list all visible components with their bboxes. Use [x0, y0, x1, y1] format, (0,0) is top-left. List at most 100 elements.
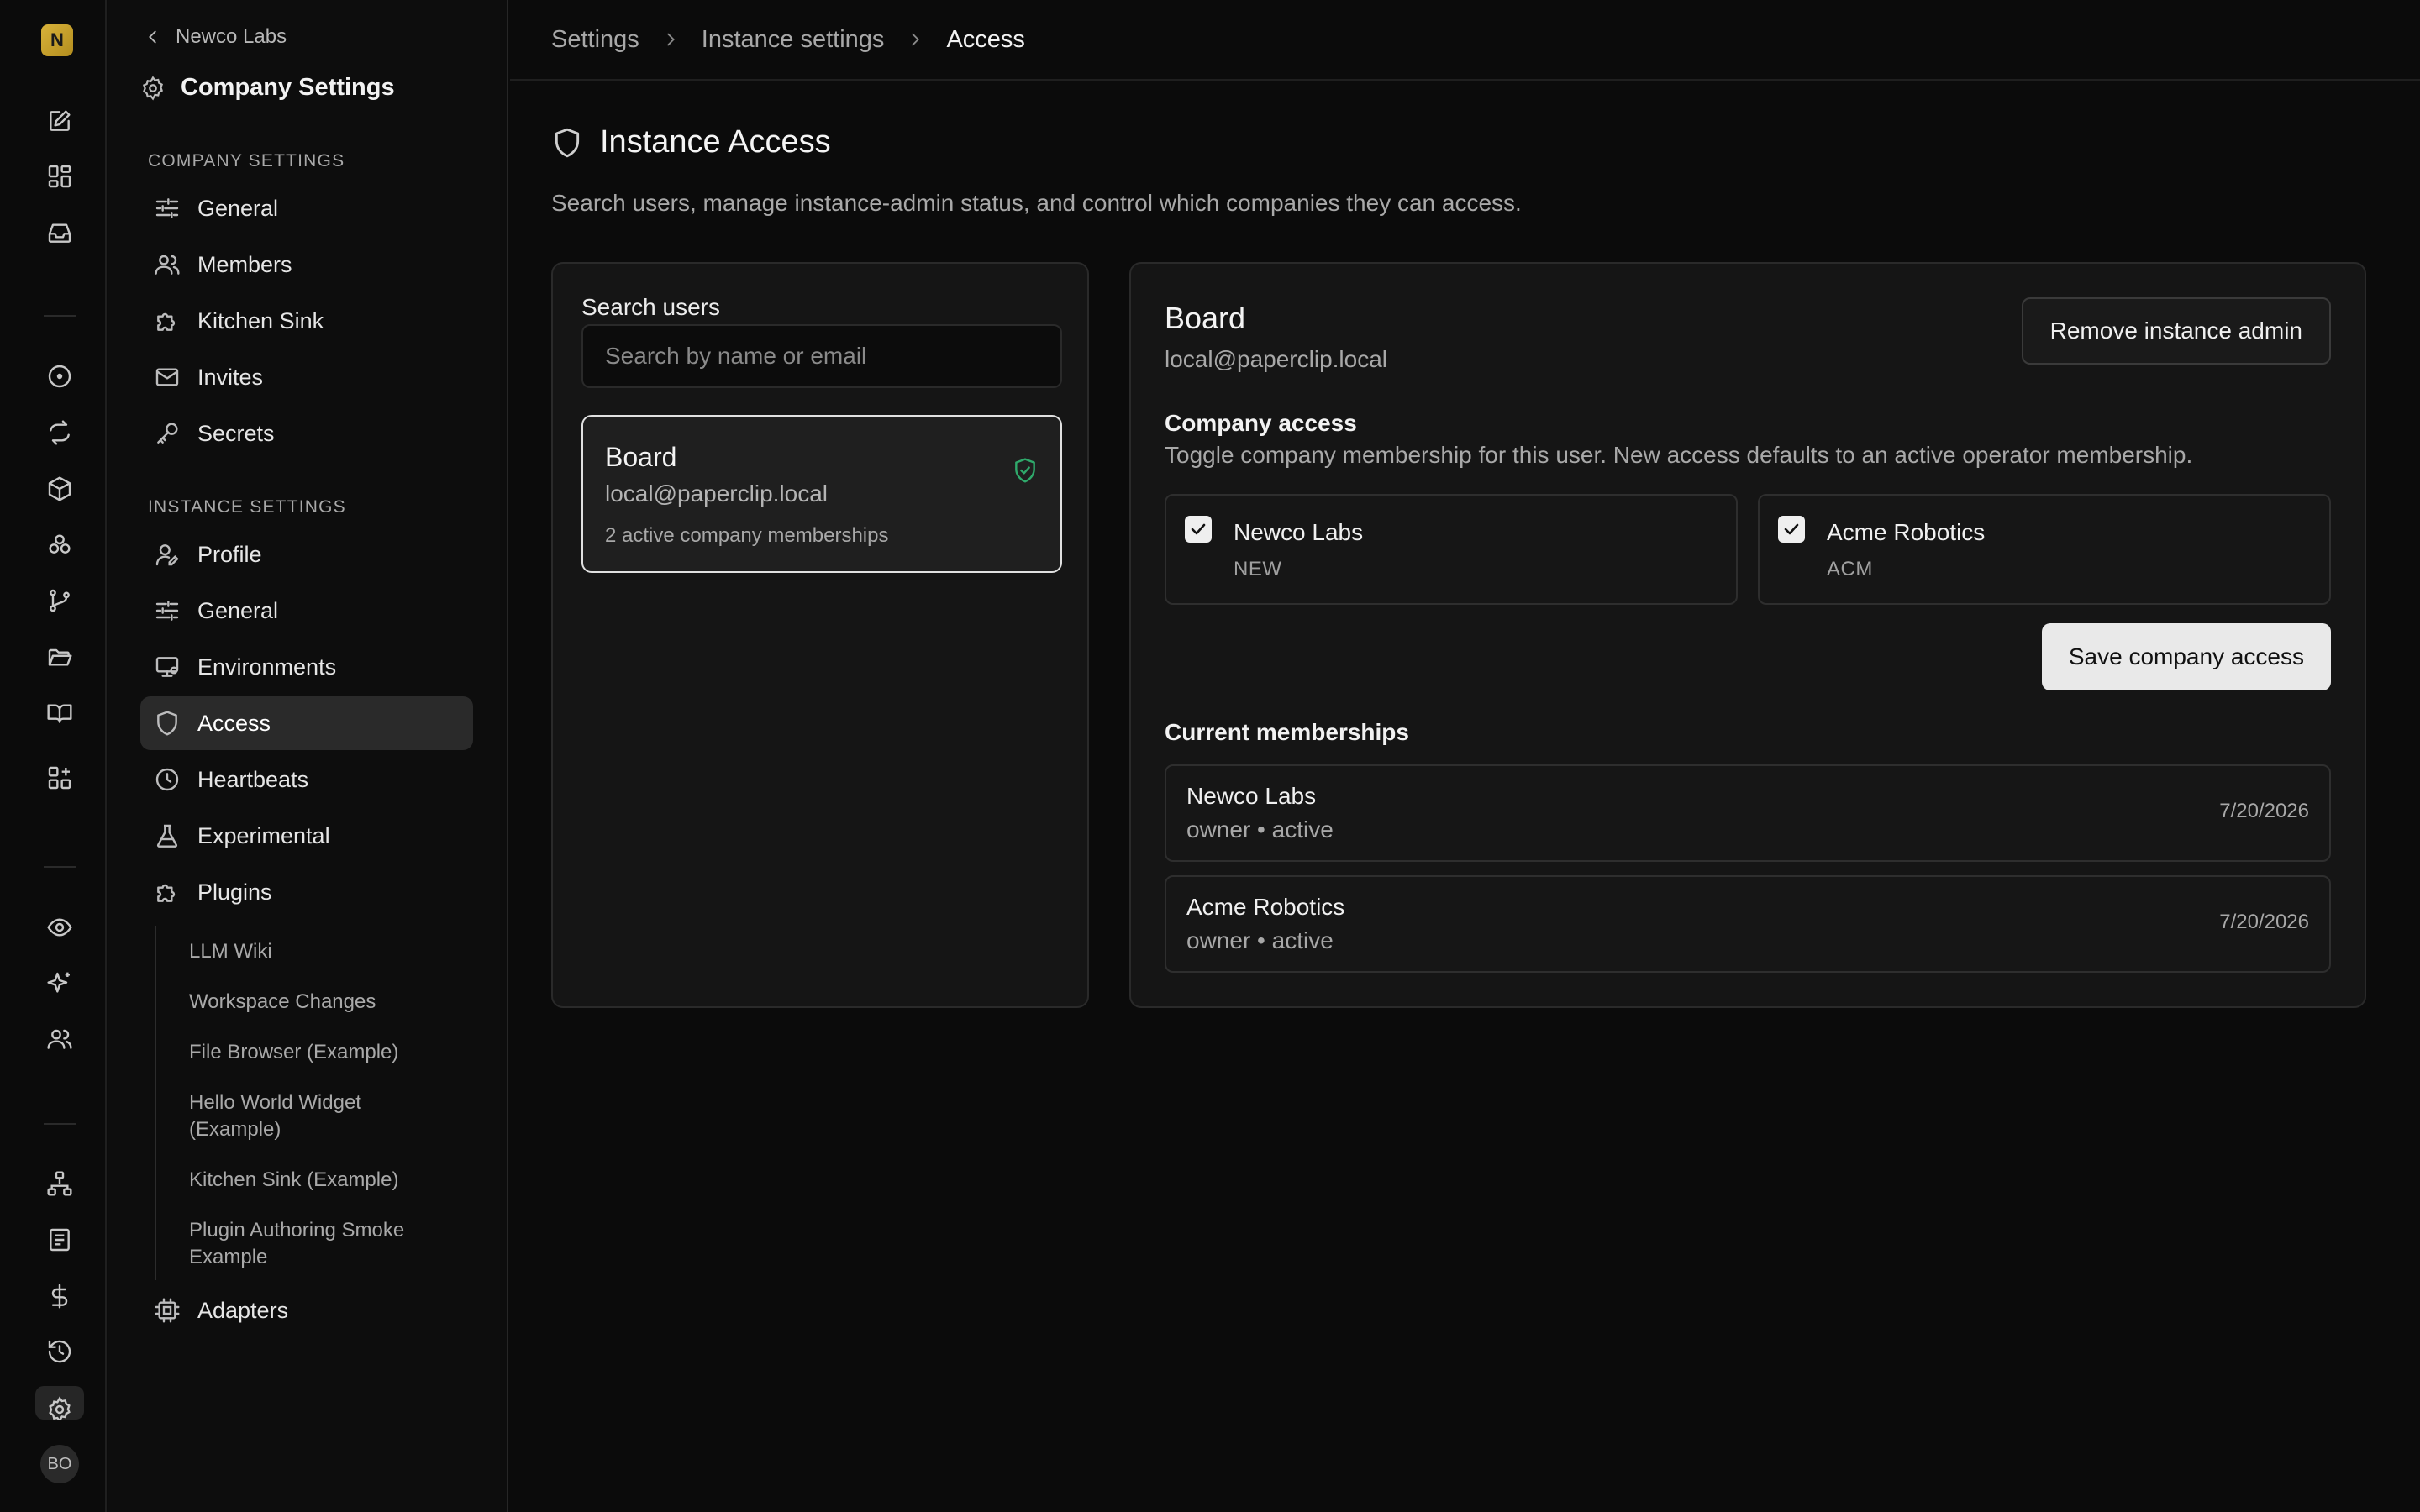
page-title-text: Instance Access: [600, 124, 831, 160]
user-pen-icon: [154, 541, 181, 568]
sidebar-item-label: Profile: [197, 541, 262, 567]
breadcrumb-access: Access: [946, 25, 1025, 53]
membership-company: Acme Robotics: [1186, 894, 1345, 920]
user-list-item[interactable]: Board local@paperclip.local 2 active com…: [581, 415, 1062, 573]
new-issue-icon[interactable]: [35, 97, 84, 145]
page-title: Instance Access: [551, 124, 831, 160]
sidebar-item-plugins[interactable]: Plugins: [140, 865, 473, 919]
shield-icon: [154, 710, 181, 737]
detail-user-name: Board: [1165, 301, 1246, 335]
user-search-panel: Search users Board local@paperclip.local…: [551, 262, 1089, 1008]
membership-date: 7/20/2026: [2219, 800, 2309, 822]
sidebar-item-adapters[interactable]: Adapters: [140, 1284, 473, 1337]
sparkles-icon[interactable]: [35, 959, 84, 1008]
detail-user-email: local@paperclip.local: [1165, 346, 1388, 372]
sidebar-item-company-general[interactable]: General: [140, 181, 473, 235]
sidebar-item-label: General: [197, 195, 279, 221]
membership-row: Newco Labs owner • active 7/20/2026: [1165, 764, 2331, 862]
plugin-item-workspace-changes[interactable]: Workspace Changes: [189, 989, 441, 1016]
back-link[interactable]: Newco Labs: [144, 25, 287, 49]
agents-icon[interactable]: [35, 521, 84, 570]
company-code: ACM: [1827, 558, 1873, 580]
sidebar-item-label: Plugins: [197, 879, 272, 905]
plugin-item-llm-wiki[interactable]: LLM Wiki: [189, 938, 441, 965]
plugin-item-file-browser[interactable]: File Browser (Example): [189, 1039, 441, 1066]
team-icon[interactable]: [35, 1015, 84, 1063]
sidebar-item-heartbeats[interactable]: Heartbeats: [140, 753, 473, 806]
membership-role-status: owner • active: [1186, 927, 1334, 953]
sidebar-item-label: Members: [197, 251, 292, 277]
breadcrumb-instance-settings[interactable]: Instance settings: [702, 26, 885, 54]
sidebar-item-access[interactable]: Access: [140, 696, 473, 750]
document-icon[interactable]: [35, 1215, 84, 1264]
rail-divider: [44, 866, 76, 868]
sidebar-item-profile[interactable]: Profile: [140, 528, 473, 581]
company-checkbox[interactable]: [1185, 516, 1212, 543]
user-detail-panel: Board local@paperclip.local Remove insta…: [1129, 262, 2366, 1008]
key-icon: [154, 420, 181, 447]
sidebar-item-kitchen-sink[interactable]: Kitchen Sink: [140, 294, 473, 348]
plugin-item-hello-world-widget[interactable]: Hello World Widget (Example): [189, 1089, 441, 1143]
sliders-icon: [154, 597, 181, 624]
folder-icon[interactable]: [35, 633, 84, 681]
mail-icon: [154, 364, 181, 391]
chevron-left-icon: [144, 28, 162, 46]
sidebar-item-members[interactable]: Members: [140, 238, 473, 291]
plugin-item-kitchen-sink-example[interactable]: Kitchen Sink (Example): [189, 1167, 441, 1194]
company-name: Newco Labs: [1234, 519, 1364, 545]
sidebar-item-label: General: [197, 597, 279, 623]
package-icon[interactable]: [35, 465, 84, 513]
git-branch-icon[interactable]: [35, 576, 84, 625]
eye-icon[interactable]: [35, 903, 84, 952]
cpu-icon: [154, 1297, 181, 1324]
settings-icon[interactable]: [35, 1386, 84, 1420]
book-icon[interactable]: [35, 689, 84, 738]
gear-icon: [140, 76, 166, 101]
issues-icon[interactable]: [35, 352, 84, 401]
flask-icon: [154, 822, 181, 849]
current-memberships-title: Current memberships: [1165, 719, 1409, 745]
company-code: NEW: [1234, 558, 1282, 580]
org-chart-icon[interactable]: [35, 1159, 84, 1208]
routines-icon[interactable]: [35, 408, 84, 457]
sidebar-item-invites[interactable]: Invites: [140, 350, 473, 404]
puzzle-icon: [154, 879, 181, 906]
monitor-icon: [154, 654, 181, 680]
sidebar-item-experimental[interactable]: Experimental: [140, 809, 473, 863]
section-heading-company: COMPANY SETTINGS: [148, 151, 345, 171]
sidebar-item-label: Access: [197, 710, 271, 736]
inbox-icon[interactable]: [35, 208, 84, 257]
sidebar-item-environments[interactable]: Environments: [140, 640, 473, 694]
rail-divider: [44, 315, 76, 317]
users-icon: [154, 251, 181, 278]
dollar-icon[interactable]: [35, 1272, 84, 1320]
membership-role-status: owner • active: [1186, 816, 1334, 843]
sidebar-item-secrets[interactable]: Secrets: [140, 407, 473, 460]
company-access-card[interactable]: Newco Labs NEW: [1165, 494, 1738, 605]
plugins-tree-line: [155, 926, 156, 1280]
breadcrumb: Settings Instance settings Access: [510, 0, 2420, 81]
dashboard-icon[interactable]: [35, 152, 84, 201]
company-name: Acme Robotics: [1827, 519, 1986, 545]
rail-divider: [44, 1123, 76, 1125]
membership-company: Newco Labs: [1186, 783, 1317, 809]
save-company-access-button[interactable]: Save company access: [2041, 623, 2331, 690]
workspace-logo[interactable]: N: [41, 24, 73, 56]
user-avatar[interactable]: BO: [40, 1445, 79, 1483]
company-access-card[interactable]: Acme Robotics ACM: [1758, 494, 2331, 605]
search-input[interactable]: [581, 324, 1062, 388]
plugins-grid-icon[interactable]: [35, 753, 84, 802]
remove-instance-admin-button[interactable]: Remove instance admin: [2021, 297, 2331, 365]
sidebar-item-label: Environments: [197, 654, 337, 680]
sidebar-item-instance-general[interactable]: General: [140, 584, 473, 638]
icon-rail: N BO: [0, 0, 107, 1512]
search-label: Search users: [581, 294, 720, 320]
sidebar-item-label: Invites: [197, 364, 264, 390]
history-icon[interactable]: [35, 1327, 84, 1376]
page-description: Search users, manage instance-admin stat…: [551, 190, 1522, 216]
breadcrumb-settings[interactable]: Settings: [551, 26, 639, 54]
company-access-help: Toggle company membership for this user.…: [1165, 442, 2193, 468]
shield-icon: [551, 127, 583, 159]
company-checkbox[interactable]: [1778, 516, 1805, 543]
plugin-item-plugin-authoring-smoke[interactable]: Plugin Authoring Smoke Example: [189, 1217, 441, 1271]
